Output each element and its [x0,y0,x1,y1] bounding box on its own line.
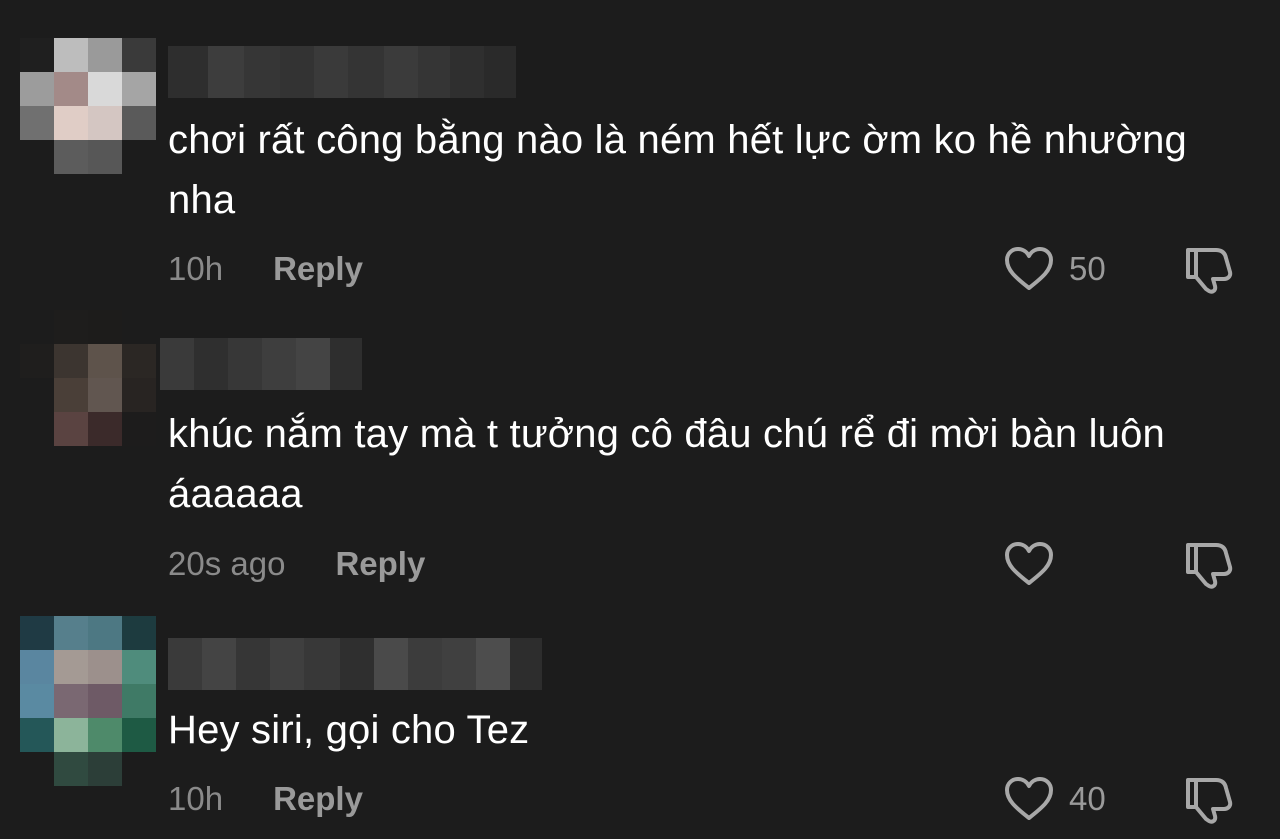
like-button[interactable] [1003,539,1069,589]
heart-outline-icon [1005,247,1053,290]
reply-button[interactable]: Reply [273,780,363,818]
heart-outline-icon [1005,777,1053,820]
dislike-button[interactable] [1182,244,1234,294]
comment-text: khúc nắm tay mà t tưởng cô đâu chú rể đi… [168,412,1166,516]
comment-time: 10h [168,780,224,817]
like-count: 40 [1069,780,1106,817]
comment-text: Hey siri, gọi cho Tez [168,708,530,752]
dislike-button[interactable] [1182,539,1234,589]
reply-button[interactable]: Reply [335,545,425,583]
heart-outline-icon [1005,542,1053,585]
like-count: 50 [1069,250,1106,287]
like-button[interactable]: 50 [1003,244,1106,294]
comment-meta: 10h Reply [168,244,363,294]
comment-time: 10h [168,250,224,287]
like-button[interactable]: 40 [1003,774,1106,824]
thumbs-down-icon [1186,778,1233,824]
avatar[interactable] [20,38,190,208]
username-redacted[interactable] [160,338,362,390]
thumbs-down-icon [1186,543,1233,589]
username-redacted[interactable] [168,46,516,98]
avatar[interactable] [20,616,190,786]
comment-meta: 10h Reply [168,774,363,824]
thumbs-down-icon [1186,248,1233,294]
dislike-button[interactable] [1182,774,1234,824]
comment-text: chơi rất công bằng nào là ném hết lực ờm… [168,118,1187,222]
avatar[interactable] [20,310,190,480]
comment-meta: 20s ago Reply [168,539,425,589]
username-redacted[interactable] [168,638,542,690]
comment-time: 20s ago [168,545,286,582]
reply-button[interactable]: Reply [273,250,363,288]
